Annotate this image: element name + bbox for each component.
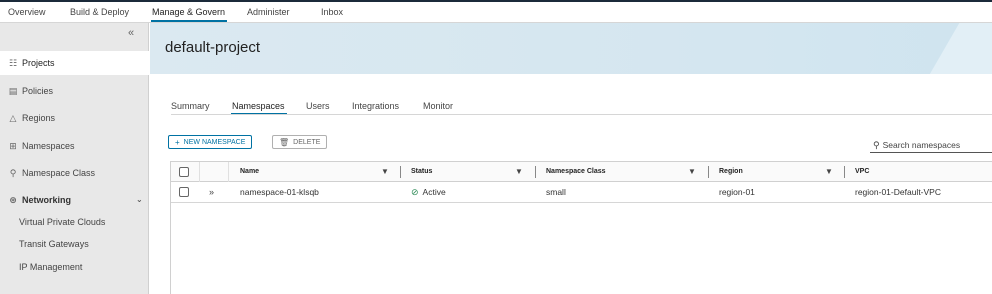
tab-summary[interactable]: Summary xyxy=(171,101,210,111)
page-header: default-project xyxy=(150,23,992,74)
sidebar-item-networking[interactable]: ⊛ Networking ⌄ xyxy=(0,188,149,212)
sidebar: « ☷ Projects ▤ Policies △ Regions ⊞ Name… xyxy=(0,23,149,294)
namespaces-table: Name ▼ Status ▼ Namespace Class ▼ Region… xyxy=(170,161,992,294)
table-row[interactable]: » namespace-01-klsqb ⊘ Active small regi… xyxy=(171,182,992,203)
select-all-checkbox[interactable] xyxy=(179,166,189,177)
region-cell: region-01 xyxy=(719,187,755,197)
sidebar-item-label: Namespaces xyxy=(22,141,75,151)
column-resize-handle[interactable] xyxy=(400,166,401,178)
networking-icon: ⊛ xyxy=(9,194,17,205)
sidebar-item-ip-management[interactable]: IP Management xyxy=(19,262,82,272)
select-all-cell xyxy=(179,162,189,181)
delete-label: DELETE xyxy=(293,138,321,146)
column-header-namespace-class[interactable]: Namespace Class xyxy=(546,162,606,181)
tab-manage-govern[interactable]: Manage & Govern xyxy=(152,7,225,17)
new-namespace-label: NEW NAMESPACE xyxy=(183,138,246,146)
column-header-name[interactable]: Name xyxy=(240,162,259,181)
column-resize-handle[interactable] xyxy=(708,166,709,178)
top-nav: Overview Build & Deploy Manage & Govern … xyxy=(0,0,992,23)
filter-icon[interactable]: ▼ xyxy=(825,167,833,176)
new-namespace-button[interactable]: + NEW NAMESPACE xyxy=(168,135,253,149)
sidebar-item-label: Regions xyxy=(22,113,56,123)
sidebar-item-label: Namespace Class xyxy=(22,168,96,178)
sidebar-item-namespaces[interactable]: ⊞ Namespaces xyxy=(0,134,149,158)
tab-build-deploy[interactable]: Build & Deploy xyxy=(70,7,129,17)
column-divider xyxy=(199,162,200,182)
sidebar-item-transit-gateways[interactable]: Transit Gateways xyxy=(19,239,89,249)
chevron-down-icon: ⌄ xyxy=(136,195,143,204)
filter-icon[interactable]: ▼ xyxy=(515,167,523,176)
plus-icon: + xyxy=(175,137,180,147)
tab-namespaces[interactable]: Namespaces xyxy=(232,101,285,111)
projects-icon: ☷ xyxy=(8,57,18,68)
sidebar-item-virtual-private-clouds[interactable]: Virtual Private Clouds xyxy=(19,217,105,227)
search-icon: ⚲ xyxy=(873,139,880,150)
delete-button[interactable]: 🗑 DELETE xyxy=(272,135,328,149)
sidebar-item-namespace-class[interactable]: ⚲ Namespace Class xyxy=(0,161,149,185)
namespace-class-icon: ⚲ xyxy=(9,167,17,178)
sidebar-item-policies[interactable]: ▤ Policies xyxy=(0,79,149,103)
sidebar-item-label: Networking xyxy=(22,195,72,205)
regions-icon: △ xyxy=(9,112,17,123)
search-placeholder: Search namespaces xyxy=(882,140,961,150)
active-tab-indicator xyxy=(151,20,227,22)
status-badge: Active xyxy=(422,187,446,197)
search-input[interactable]: ⚲ Search namespaces xyxy=(870,138,992,153)
trash-icon: 🗑 xyxy=(279,137,290,147)
column-header-vpc[interactable]: VPC xyxy=(855,162,869,181)
status-cell: ⊘ Active xyxy=(411,182,446,202)
check-circle-icon: ⊘ xyxy=(411,186,419,197)
row-select-cell xyxy=(179,182,189,202)
sidebar-item-projects[interactable]: ☷ Projects xyxy=(0,51,149,75)
sidebar-item-regions[interactable]: △ Regions xyxy=(0,106,149,130)
filter-icon[interactable]: ▼ xyxy=(688,167,696,176)
tab-administer[interactable]: Administer xyxy=(247,7,290,17)
tabs-divider xyxy=(171,114,992,115)
table-header: Name ▼ Status ▼ Namespace Class ▼ Region… xyxy=(171,162,992,182)
filter-icon[interactable]: ▼ xyxy=(381,167,389,176)
row-checkbox[interactable] xyxy=(179,187,189,197)
tab-monitor[interactable]: Monitor xyxy=(423,101,453,111)
column-divider xyxy=(228,162,229,182)
namespace-class-cell: small xyxy=(546,187,566,197)
column-resize-handle[interactable] xyxy=(844,166,845,178)
column-header-status[interactable]: Status xyxy=(411,162,432,181)
policies-icon: ▤ xyxy=(8,85,18,96)
sidebar-item-label: Projects xyxy=(22,58,55,68)
namespaces-icon: ⊞ xyxy=(9,140,17,151)
vpc-cell: region-01-Default-VPC xyxy=(855,187,941,197)
double-chevron-left-icon[interactable]: « xyxy=(128,27,134,39)
expand-row-icon[interactable]: » xyxy=(209,182,214,202)
content-tabs: Summary Namespaces Users Integrations Mo… xyxy=(150,74,992,116)
top-accent-line xyxy=(0,0,992,2)
tab-integrations[interactable]: Integrations xyxy=(352,101,399,111)
column-resize-handle[interactable] xyxy=(535,166,536,178)
tab-inbox[interactable]: Inbox xyxy=(321,7,343,17)
sidebar-item-label: Policies xyxy=(22,86,54,96)
tab-overview[interactable]: Overview xyxy=(8,7,46,17)
namespace-name-link[interactable]: namespace-01-klsqb xyxy=(240,182,319,202)
tab-users[interactable]: Users xyxy=(306,101,330,111)
column-header-region[interactable]: Region xyxy=(719,162,743,181)
header-decoration xyxy=(918,23,992,74)
page-title: default-project xyxy=(165,39,261,56)
